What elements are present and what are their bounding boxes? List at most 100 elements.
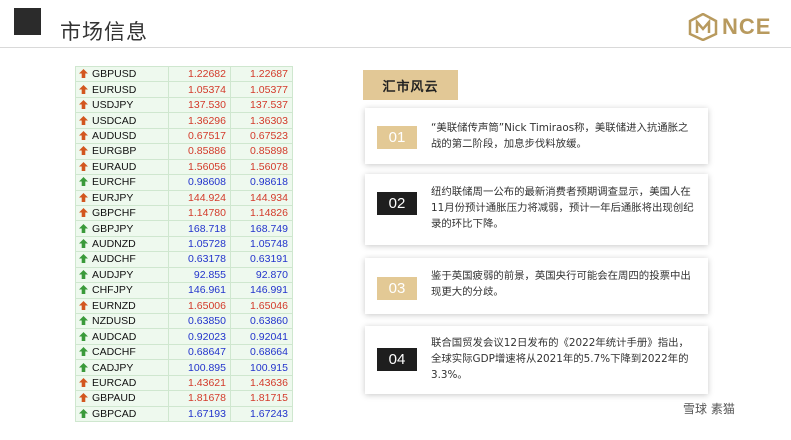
arrow-up-icon [79,161,88,171]
quote-bid: 137.530 [168,96,231,114]
arrow-down-icon [79,331,88,341]
quote-bid: 0.92023 [168,328,231,345]
quote-symbol-cell: AUDCHF [75,251,169,268]
quote-ask: 0.67523 [230,127,293,145]
quote-row: EURUSD 1.05374 1.05377 [75,81,293,98]
news-number-badge: 04 [377,348,417,371]
quote-symbol: AUDNZD [92,238,136,251]
arrow-up-icon [79,393,88,403]
quote-row: EURGBP 0.85886 0.85898 [75,143,293,160]
quote-ask: 0.98618 [230,174,293,191]
quote-ask: 0.63191 [230,251,293,268]
quote-ask: 0.68664 [230,343,293,361]
quote-symbol: EURCHF [92,176,136,189]
quote-symbol-cell: GBPCHF [75,204,169,222]
arrow-up-icon [79,377,88,387]
arrow-up-icon [79,130,88,140]
quote-symbol-cell: EURCAD [75,374,169,392]
quote-symbol-cell: NZDUSD [75,312,169,330]
quote-ask: 168.749 [230,220,293,237]
quote-row: GBPUSD 1.22682 1.22687 [75,65,293,83]
arrow-down-icon [79,362,88,372]
quote-symbol-cell: GBPJPY [75,220,169,237]
news-card-3: 03 鉴于英国疲弱的前景，英国央行可能会在周四的投票中出现更大的分歧。 [365,258,708,314]
quote-bid: 0.63850 [168,312,231,330]
header-decoration-dark [14,8,41,35]
quote-bid: 0.63178 [168,251,231,268]
quote-symbol: EURUSD [92,83,137,96]
quote-ask: 0.85898 [230,143,293,160]
quote-table: GBPUSD 1.22682 1.22687 EURUSD 1.05374 1.05377… [75,65,293,423]
quote-symbol: USDCAD [92,114,137,127]
quote-row: GBPCHF 1.14780 1.14826 [75,204,293,222]
news-number-badge: 02 [377,192,417,215]
quote-symbol-cell: EURCHF [75,174,169,191]
quote-symbol-cell: USDCAD [75,112,169,129]
quote-symbol: GBPJPY [92,222,134,235]
quote-ask: 1.05377 [230,81,293,98]
quote-ask: 1.14826 [230,204,293,222]
quote-row: USDJPY 137.530 137.537 [75,96,293,114]
news-number-badge: 03 [377,277,417,300]
quote-row: USDCAD 1.36296 1.36303 [75,112,293,129]
arrow-up-icon [79,146,88,156]
news-card-1: 01 “美联储传声筒”Nick Timiraos称，美联储进入抗通胀之战的第二阶… [365,108,708,164]
brand-logo: NCE [688,12,780,42]
quote-symbol-cell: EURNZD [75,297,169,315]
quote-symbol-cell: EURAUD [75,158,169,176]
arrow-down-icon [79,269,88,279]
arrow-up-icon [79,208,88,218]
quote-symbol: AUDUSD [92,129,137,142]
news-text: 鉴于英国疲弱的前景，英国央行可能会在周四的投票中出现更大的分歧。 [431,270,691,298]
quote-ask: 0.63860 [230,312,293,330]
quote-symbol: NZDUSD [92,315,136,328]
arrow-down-icon [79,408,88,418]
quote-symbol-cell: CHFJPY [75,282,169,299]
quote-ask: 92.870 [230,266,293,284]
quote-bid: 146.961 [168,282,231,299]
quote-row: EURNZD 1.65006 1.65046 [75,297,293,315]
quote-bid: 100.895 [168,359,231,376]
quote-row: AUDNZD 1.05728 1.05748 [75,235,293,253]
quote-bid: 1.05728 [168,235,231,253]
quote-ask: 1.56078 [230,158,293,176]
quote-bid: 0.98608 [168,174,231,191]
quote-row: EURJPY 144.924 144.934 [75,189,293,206]
quote-row: GBPCAD 1.67193 1.67243 [75,405,293,423]
quote-ask: 137.537 [230,96,293,114]
quote-row: EURCHF 0.98608 0.98618 [75,174,293,191]
news-text: “美联储传声筒”Nick Timiraos称，美联储进入抗通胀之战的第二阶段，加… [431,122,689,150]
quote-row: GBPAUD 1.81678 1.81715 [75,390,293,407]
quote-symbol: AUDCAD [92,330,137,343]
quote-symbol-cell: CADCHF [75,343,169,361]
quote-row: EURAUD 1.56056 1.56078 [75,158,293,176]
arrow-up-icon [79,69,88,79]
quote-bid: 1.14780 [168,204,231,222]
watermark: 雪球 素猫 [683,402,735,416]
quote-row: CADJPY 100.895 100.915 [75,359,293,376]
arrow-down-icon [79,285,88,295]
quote-ask: 1.81715 [230,390,293,407]
quote-symbol-cell: AUDUSD [75,127,169,145]
quote-bid: 0.85886 [168,143,231,160]
quote-row: AUDUSD 0.67517 0.67523 [75,127,293,145]
quote-bid: 0.67517 [168,127,231,145]
quote-bid: 1.36296 [168,112,231,129]
quote-ask: 1.43636 [230,374,293,392]
quote-symbol-cell: GBPUSD [75,65,169,83]
quote-ask: 1.67243 [230,405,293,423]
quote-symbol-cell: GBPAUD [75,390,169,407]
arrow-up-icon [79,100,88,110]
arrow-down-icon [79,316,88,326]
page-title: 市场信息 [60,20,148,44]
quote-symbol: EURNZD [92,299,136,312]
news-text: 联合国贸发会议12日发布的《2022年统计手册》指出，全球实际GDP增速将从20… [431,337,689,381]
quote-symbol: GBPUSD [92,68,137,81]
quote-symbol-cell: EURGBP [75,143,169,160]
news-card-2: 02 纽约联储周一公布的最新消费者预期调查显示，美国人在11月份预计通胀压力将减… [365,174,708,245]
arrow-down-icon [79,239,88,249]
quote-bid: 0.68647 [168,343,231,361]
arrow-down-icon [79,223,88,233]
arrow-down-icon [79,347,88,357]
quote-symbol: EURCAD [92,376,137,389]
